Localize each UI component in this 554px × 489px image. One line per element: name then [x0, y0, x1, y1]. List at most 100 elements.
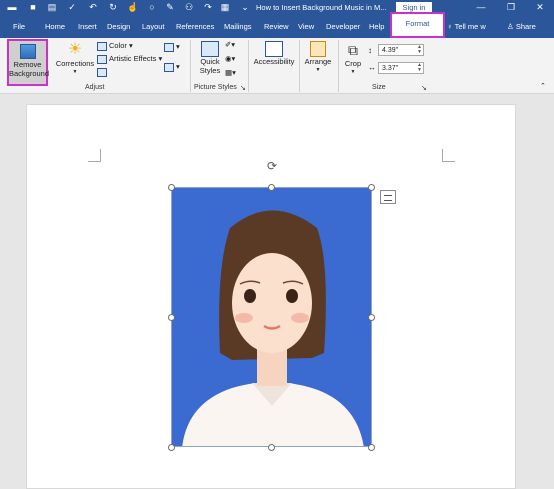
check-icon[interactable]: ✓	[67, 2, 77, 13]
portrait-illustration	[182, 210, 364, 446]
resize-handle-top[interactable]	[268, 184, 275, 191]
undo-icon[interactable]: ↶	[88, 2, 98, 13]
share-label: Share	[515, 22, 536, 31]
restore-button[interactable]: ❐	[504, 1, 518, 14]
resize-handle-bottom-right[interactable]	[368, 444, 375, 451]
minimize-button[interactable]: —	[474, 1, 488, 14]
dialog-launcher-icon[interactable]: ↘	[240, 84, 246, 92]
selected-picture[interactable]	[171, 187, 372, 447]
picture-border-button[interactable]: ✐▾	[225, 40, 235, 49]
picture-layout-button[interactable]: ▦▾	[225, 68, 236, 77]
save-icon[interactable]: ■	[28, 2, 38, 13]
resize-handle-right[interactable]	[368, 314, 375, 321]
resize-handle-top-right[interactable]	[368, 184, 375, 191]
effects-icon: ◉	[225, 54, 232, 63]
artistic-effects-icon	[97, 54, 107, 64]
spin-arrows-icon[interactable]: ▲ ▼	[417, 45, 422, 55]
height-value: 4.39"	[382, 47, 399, 54]
change-picture-button[interactable]: ▾	[164, 62, 180, 72]
share-button[interactable]: ♙ Share	[507, 22, 536, 31]
size-group-label: Size	[372, 84, 386, 91]
lightbulb-icon: ♀	[447, 22, 455, 31]
folder-icon[interactable]: ▬	[7, 2, 17, 13]
resize-handle-bottom-left[interactable]	[168, 444, 175, 451]
quick-styles-label: Quick Styles	[199, 57, 221, 75]
touch-mode-icon[interactable]: ☝	[127, 2, 138, 13]
group-divider	[338, 40, 339, 92]
draw-icon[interactable]: ✎	[165, 2, 175, 13]
chevron-down-icon: ▼	[72, 69, 78, 75]
layout-options-icon[interactable]	[380, 190, 396, 204]
artistic-effects-button[interactable]: Artistic Effects ▾	[97, 54, 162, 64]
person-icon: ♙	[507, 22, 516, 31]
rotate-handle-icon[interactable]: ⟳	[265, 159, 279, 173]
close-button[interactable]: ✕	[533, 1, 547, 14]
document-title: How to Insert Background Music in M...	[256, 3, 386, 12]
tab-references[interactable]: References	[176, 22, 214, 31]
tab-mailings[interactable]: Mailings	[224, 22, 252, 31]
print-icon[interactable]: ▤	[47, 2, 57, 13]
tab-format[interactable]: Format	[390, 12, 445, 38]
crop-label: Crop	[344, 59, 362, 68]
ribbon: Remove Background ☀ Corrections ▼ Color …	[0, 38, 554, 94]
width-icon: ↔	[368, 63, 376, 72]
quick-styles-icon	[201, 41, 219, 57]
corrections-label: Corrections	[55, 59, 95, 68]
tab-developer[interactable]: Developer	[326, 22, 360, 31]
tab-file[interactable]: File	[13, 22, 25, 31]
layout-qa-icon[interactable]: ▦	[220, 2, 230, 13]
tab-insert[interactable]: Insert	[78, 22, 97, 31]
alt-text-icon	[265, 41, 283, 57]
tab-design[interactable]: Design	[107, 22, 130, 31]
picture-styles-group-label: Picture Styles	[194, 84, 237, 91]
chevron-down-icon: ▼	[315, 67, 321, 73]
width-value: 3.37"	[382, 65, 399, 72]
compress-icon	[164, 42, 174, 52]
accessibility-label: Accessibility	[253, 57, 295, 66]
tab-view[interactable]: View	[298, 22, 314, 31]
height-input[interactable]: 4.39" ▲ ▼	[378, 44, 424, 56]
pen-icon: ✐	[225, 40, 232, 49]
remove-background-button[interactable]: Remove Background	[7, 39, 50, 86]
tell-me-search[interactable]: ♀ Tell me w	[447, 22, 486, 31]
picture-layout-icon: ▦	[225, 68, 233, 77]
customize-qa-icon[interactable]: ⌄	[240, 2, 250, 13]
resize-handle-bottom[interactable]	[268, 444, 275, 451]
transparency-icon	[97, 67, 107, 77]
width-input[interactable]: 3.37" ▲ ▼	[378, 62, 424, 74]
accessibility-button[interactable]: Accessibility	[252, 41, 296, 66]
tab-layout[interactable]: Layout	[142, 22, 165, 31]
picture-effects-button[interactable]: ◉▾	[225, 54, 235, 63]
compress-pictures-button[interactable]: ▾	[164, 42, 180, 52]
height-icon: ↕	[368, 46, 372, 55]
arrange-label: Arrange	[304, 57, 332, 66]
quick-styles-button[interactable]: Quick Styles	[195, 41, 225, 75]
resize-handle-top-left[interactable]	[168, 184, 175, 191]
redo-icon[interactable]: ↻	[108, 2, 118, 13]
spin-arrows-icon[interactable]: ▲ ▼	[417, 63, 422, 73]
remove-background-label: Remove Background	[9, 60, 50, 78]
shape-icon[interactable]: ○	[147, 2, 157, 13]
corrections-button[interactable]: ☀ Corrections ▼	[55, 41, 95, 77]
collapse-ribbon-icon[interactable]: ⌃	[540, 82, 546, 90]
color-label: Color	[109, 41, 127, 50]
adjust-group-label: Adjust	[85, 84, 105, 91]
remove-background-icon	[20, 44, 36, 59]
arrange-button[interactable]: Arrange ▼	[303, 41, 333, 75]
tab-home[interactable]: Home	[45, 22, 65, 31]
crop-button[interactable]: ⧉ Crop ▼	[342, 41, 364, 77]
tab-help[interactable]: Help	[369, 22, 384, 31]
title-bar: ▬ ■ ▤ ✓ ↶ ↻ ☝ ○ ✎ ⚇ ↷ ▦ ⌄ How to Insert …	[0, 0, 554, 16]
ribbon-tabs: File Home Insert Design Layout Reference…	[0, 16, 554, 38]
transparency-button[interactable]	[97, 67, 109, 77]
chevron-down-icon: ▼	[350, 69, 356, 75]
crop-icon: ⧉	[348, 42, 358, 58]
size-dialog-launcher-icon[interactable]: ↘	[421, 84, 427, 92]
color-icon	[97, 41, 107, 51]
group-divider	[248, 40, 249, 92]
tab-review[interactable]: Review	[264, 22, 289, 31]
share-qa-icon[interactable]: ⚇	[184, 2, 194, 13]
resize-handle-left[interactable]	[168, 314, 175, 321]
color-button[interactable]: Color ▾	[97, 41, 133, 51]
arrow-icon[interactable]: ↷	[203, 2, 213, 13]
